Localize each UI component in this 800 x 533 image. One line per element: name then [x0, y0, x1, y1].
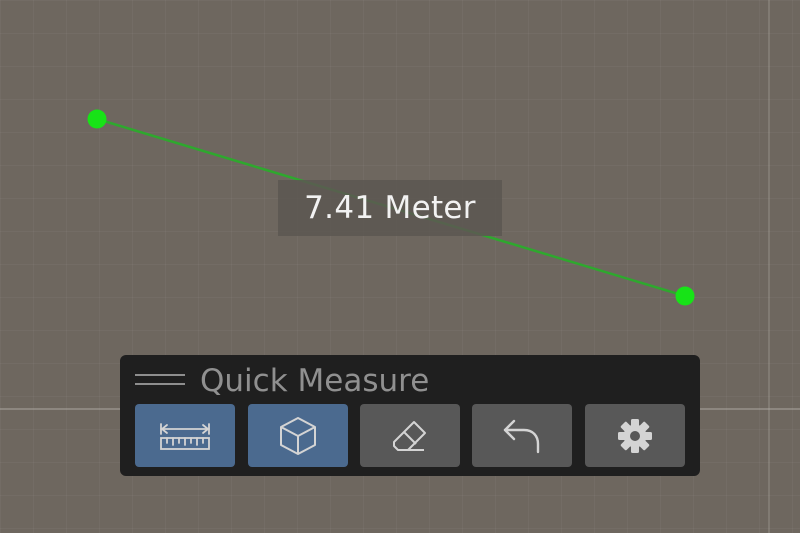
drag-handle-icon[interactable]: [135, 372, 185, 388]
erase-tool-button[interactable]: [360, 404, 460, 467]
undo-icon: [503, 419, 540, 453]
undo-button[interactable]: [472, 404, 572, 467]
ruler-icon: [160, 422, 210, 450]
eraser-icon: [393, 420, 426, 451]
distance-label: 7.41 Meter: [278, 180, 502, 236]
gear-icon: [618, 418, 652, 453]
panel-title: Quick Measure: [200, 363, 430, 399]
quick-measure-panel: Quick Measure: [120, 355, 700, 476]
settings-button[interactable]: [585, 404, 685, 467]
measurement-start-point[interactable]: [87, 109, 107, 129]
3d-object-tool-button[interactable]: [248, 404, 348, 467]
ruler-tool-button[interactable]: [135, 404, 235, 467]
measurement-end-point[interactable]: [675, 286, 695, 306]
cube-icon: [280, 416, 316, 455]
